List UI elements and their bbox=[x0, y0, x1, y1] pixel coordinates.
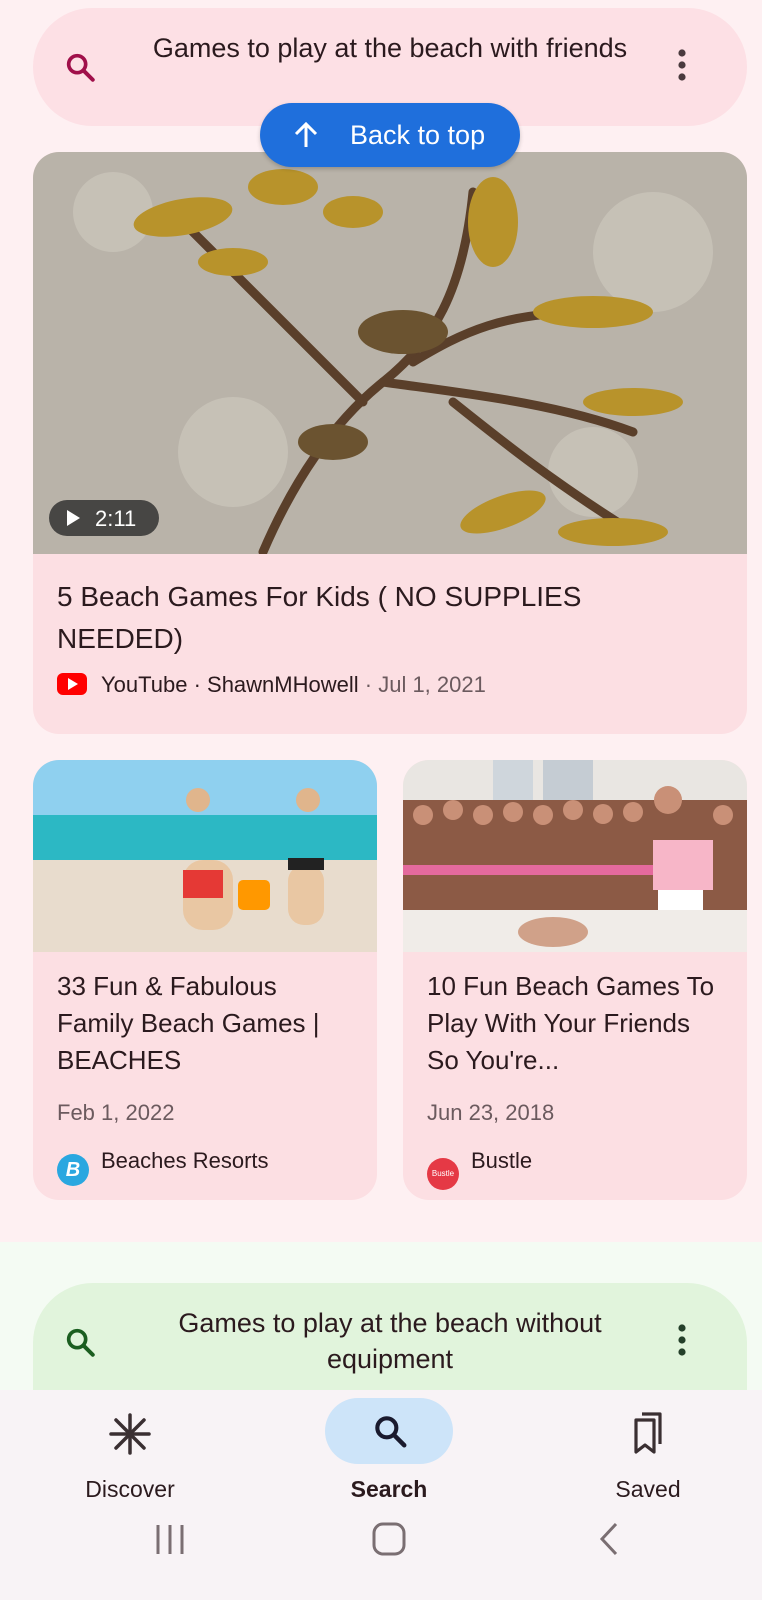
nav-search-label: Search bbox=[350, 1476, 428, 1502]
bookmarks-icon bbox=[634, 1412, 662, 1454]
nav-search[interactable]: Search bbox=[289, 1398, 489, 1508]
result-title: 33 Fun & Fabulous Family Beach Games | B… bbox=[57, 971, 320, 1075]
back-to-top-button[interactable]: Back to top bbox=[260, 103, 520, 167]
more-options-icon[interactable] bbox=[677, 48, 687, 82]
nav-discover-label: Discover bbox=[85, 1476, 175, 1502]
kids-beach-thumbnail bbox=[33, 760, 377, 952]
nav-saved-label: Saved bbox=[615, 1476, 681, 1502]
beaches-logo-icon: B bbox=[57, 1154, 89, 1186]
source-name: Beaches Resorts bbox=[101, 1148, 269, 1173]
result-card[interactable]: 33 Fun & Fabulous Family Beach Games | B… bbox=[33, 760, 377, 1200]
search-query: Games to play at the beach with friends bbox=[152, 33, 628, 63]
result-source: Bustle Bustle bbox=[427, 1148, 532, 1190]
video-duration-badge: 2:11 bbox=[49, 500, 159, 536]
seaweed-thumbnail bbox=[33, 152, 747, 554]
search-icon[interactable] bbox=[63, 1325, 97, 1359]
search-icon[interactable] bbox=[63, 50, 97, 84]
play-icon bbox=[67, 510, 80, 526]
source-name: YouTube bbox=[101, 672, 188, 697]
search-icon bbox=[375, 1416, 407, 1448]
featured-date: Jul 1, 2021 bbox=[378, 672, 486, 697]
nav-discover[interactable]: Discover bbox=[30, 1398, 230, 1508]
result-card[interactable]: 10 Fun Beach Games To Play With Your Fri… bbox=[403, 760, 747, 1200]
result-title: 10 Fun Beach Games To Play With Your Fri… bbox=[427, 971, 715, 1075]
featured-title: 5 Beach Games For Kids ( NO SUPPLIES NEE… bbox=[57, 581, 582, 654]
search-query: Games to play at the beach without equip… bbox=[178, 1308, 602, 1374]
result-date: Feb 1, 2022 bbox=[57, 1100, 175, 1125]
recent-apps-icon[interactable] bbox=[150, 1510, 190, 1570]
featured-video-card[interactable]: 2:11 5 Beach Games For Kids ( NO SUPPLIE… bbox=[33, 152, 747, 734]
channel-name: ShawnMHowell bbox=[207, 672, 359, 697]
arrow-up-icon bbox=[294, 121, 318, 147]
more-options-icon[interactable] bbox=[677, 1323, 687, 1357]
back-to-top-label: Back to top bbox=[350, 120, 486, 150]
featured-meta: YouTube · ShawnMHowell · Jul 1, 2021 bbox=[57, 672, 486, 698]
duration-text: 2:11 bbox=[95, 506, 137, 531]
youtube-icon bbox=[57, 673, 87, 695]
crowd-beach-thumbnail bbox=[403, 760, 747, 952]
nav-saved[interactable]: Saved bbox=[548, 1398, 748, 1508]
result-source: B Beaches Resorts bbox=[57, 1148, 269, 1186]
next-search-bar[interactable]: Games to play at the beach without equip… bbox=[33, 1283, 747, 1403]
asterisk-icon bbox=[109, 1413, 151, 1455]
result-date: Jun 23, 2018 bbox=[427, 1100, 555, 1125]
back-icon[interactable] bbox=[590, 1510, 630, 1570]
source-name: Bustle bbox=[471, 1148, 533, 1173]
home-icon[interactable] bbox=[370, 1510, 410, 1570]
bustle-logo-icon: Bustle bbox=[427, 1158, 459, 1190]
